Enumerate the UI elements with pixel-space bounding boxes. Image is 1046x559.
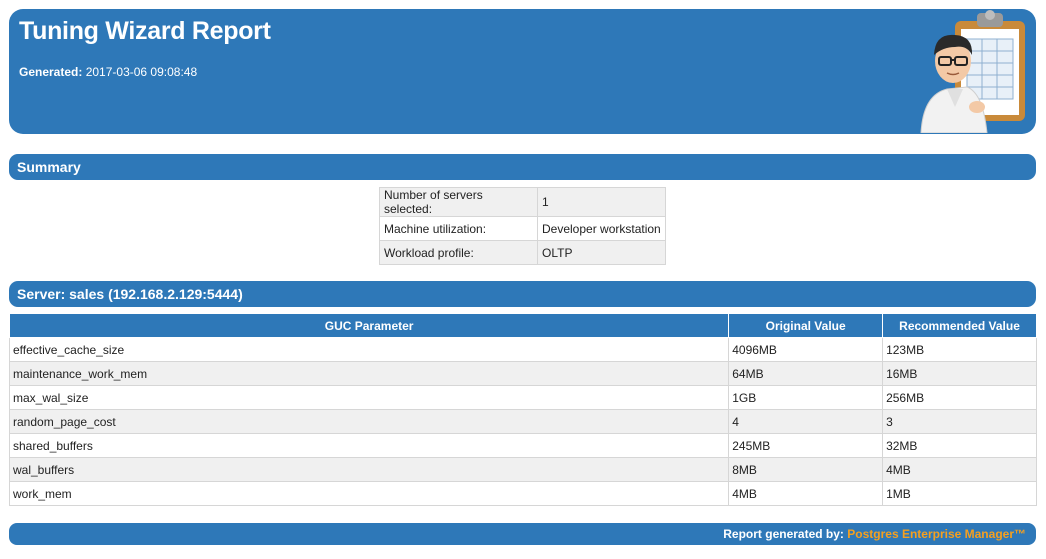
summary-value: 1 bbox=[537, 187, 666, 217]
guc-parameter-table: GUC Parameter Original Value Recommended… bbox=[8, 313, 1037, 506]
generated-timestamp: Generated: 2017-03-06 09:08:48 bbox=[19, 65, 197, 79]
recommended-value-cell: 16MB bbox=[882, 361, 1037, 386]
column-header-guc-parameter: GUC Parameter bbox=[8, 313, 730, 338]
table-row: work_mem 4MB 1MB bbox=[8, 481, 1037, 506]
footer-label: Report generated by: bbox=[723, 527, 844, 541]
summary-row: Number of servers selected: 1 bbox=[379, 187, 666, 217]
table-row: max_wal_size 1GB 256MB bbox=[8, 385, 1037, 410]
table-row: random_page_cost 4 3 bbox=[8, 409, 1037, 434]
guc-parameter-cell: work_mem bbox=[8, 481, 730, 506]
generated-label: Generated: bbox=[19, 65, 83, 79]
summary-label: Workload profile: bbox=[379, 240, 538, 265]
man-with-clipboard-icon bbox=[920, 10, 1025, 133]
guc-parameter-cell: maintenance_work_mem bbox=[8, 361, 730, 386]
table-header-row: GUC Parameter Original Value Recommended… bbox=[8, 313, 1037, 338]
report-footer: Report generated by: Postgres Enterprise… bbox=[9, 523, 1036, 545]
original-value-cell: 245MB bbox=[728, 433, 884, 458]
recommended-value-cell: 3 bbox=[882, 409, 1037, 434]
summary-label: Number of servers selected: bbox=[379, 187, 538, 217]
summary-section-header: Summary bbox=[9, 154, 1036, 180]
guc-parameter-cell: shared_buffers bbox=[8, 433, 730, 458]
recommended-value-cell: 4MB bbox=[882, 457, 1037, 482]
guc-parameter-cell: effective_cache_size bbox=[8, 337, 730, 362]
generated-value: 2017-03-06 09:08:48 bbox=[85, 65, 198, 79]
table-row: maintenance_work_mem 64MB 16MB bbox=[8, 361, 1037, 386]
recommended-value-cell: 1MB bbox=[882, 481, 1037, 506]
table-row: shared_buffers 245MB 32MB bbox=[8, 433, 1037, 458]
page-title: Tuning Wizard Report bbox=[19, 17, 271, 45]
recommended-value-cell: 123MB bbox=[882, 337, 1037, 362]
original-value-cell: 4 bbox=[728, 409, 884, 434]
guc-parameter-cell: random_page_cost bbox=[8, 409, 730, 434]
column-header-recommended-value: Recommended Value bbox=[882, 313, 1037, 338]
report-header: Tuning Wizard Report Generated: 2017-03-… bbox=[9, 9, 1036, 134]
guc-parameter-cell: wal_buffers bbox=[8, 457, 730, 482]
original-value-cell: 1GB bbox=[728, 385, 884, 410]
table-row: effective_cache_size 4096MB 123MB bbox=[8, 337, 1037, 362]
summary-row: Machine utilization: Developer workstatio… bbox=[379, 216, 666, 241]
original-value-cell: 4096MB bbox=[728, 337, 884, 362]
footer-pem-link[interactable]: Postgres Enterprise Manager™ bbox=[847, 527, 1026, 541]
original-value-cell: 4MB bbox=[728, 481, 884, 506]
summary-label: Machine utilization: bbox=[379, 216, 538, 241]
summary-table: Number of servers selected: 1 Machine util… bbox=[379, 187, 666, 265]
server-section-header: Server: sales (192.168.2.129:5444) bbox=[9, 281, 1036, 307]
guc-parameter-cell: max_wal_size bbox=[8, 385, 730, 410]
summary-value: OLTP bbox=[537, 240, 666, 265]
recommended-value-cell: 256MB bbox=[882, 385, 1037, 410]
recommended-value-cell: 32MB bbox=[882, 433, 1037, 458]
summary-value: Developer workstation bbox=[537, 216, 666, 241]
summary-row: Workload profile: OLTP bbox=[379, 240, 666, 265]
original-value-cell: 8MB bbox=[728, 457, 884, 482]
original-value-cell: 64MB bbox=[728, 361, 884, 386]
table-row: wal_buffers 8MB 4MB bbox=[8, 457, 1037, 482]
column-header-original-value: Original Value bbox=[728, 313, 884, 338]
